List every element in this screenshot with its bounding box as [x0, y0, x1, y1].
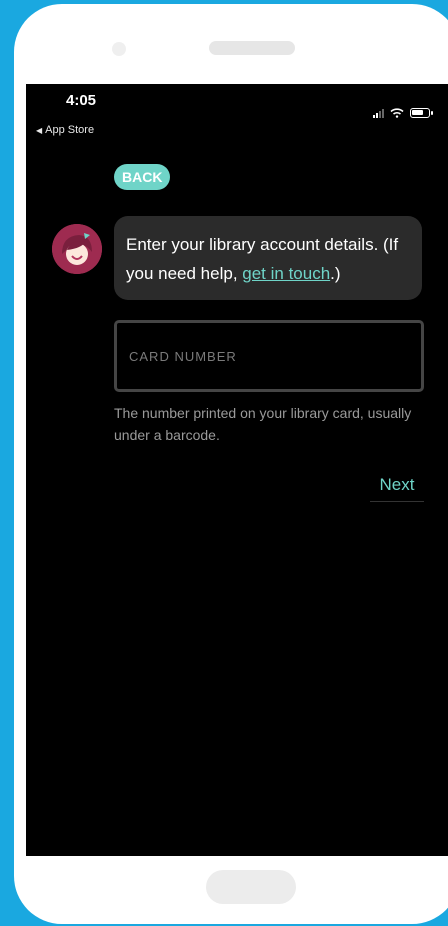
home-button[interactable]: [206, 870, 296, 904]
librarian-avatar-icon: [52, 224, 102, 274]
back-to-app-store[interactable]: ◀ App Store: [36, 124, 94, 136]
status-icons: [373, 108, 433, 118]
wifi-icon: [390, 108, 404, 118]
front-camera: [112, 42, 126, 56]
battery-icon: [410, 108, 433, 118]
back-button[interactable]: BACK: [114, 164, 171, 190]
status-time: 4:05: [66, 92, 97, 109]
signal-icon: [373, 109, 384, 118]
instruction-message: Enter your library account details. (If …: [114, 216, 422, 300]
back-triangle-icon: ◀: [36, 126, 43, 135]
card-number-hint: The number printed on your library card,…: [114, 405, 412, 443]
instruction-text-end: .): [330, 264, 341, 283]
next-button[interactable]: Next: [370, 468, 424, 502]
get-in-touch-link[interactable]: get in touch: [242, 264, 330, 283]
card-number-input[interactable]: [114, 320, 424, 392]
back-to-app-label: App Store: [45, 124, 95, 136]
earpiece-speaker: [209, 41, 295, 55]
app-screen: 4:05 ◀ App Store BACK Enter your library …: [26, 84, 448, 856]
